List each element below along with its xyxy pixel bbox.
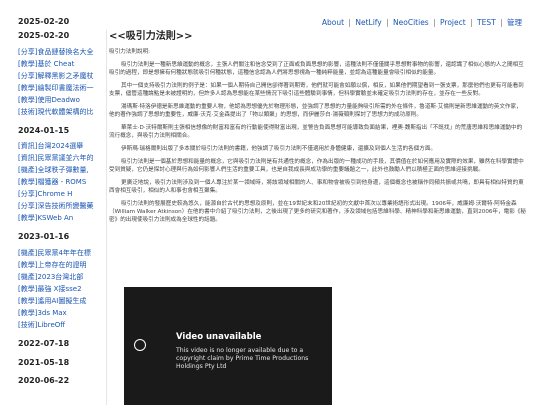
sidebar-link[interactable]: [教學]使用Deadwo: [18, 96, 80, 104]
sidebar-link[interactable]: [分享]食品鏈替換名大全: [18, 48, 93, 56]
nav-test-link[interactable]: TEST: [477, 18, 496, 27]
nav-project-link[interactable]: Project: [440, 18, 466, 27]
nav-separator: |: [470, 18, 473, 27]
sidebar-link[interactable]: [教學]遙用AI圖擬生成: [18, 297, 86, 305]
sidebar-date-heading: 2024-01-15: [18, 125, 70, 135]
sidebar-item[interactable]: [機產]2023台灣北部: [18, 272, 103, 283]
top-nav: About | NetLify | NeoCities | Project | …: [322, 17, 522, 28]
article-paragraph: 伊斯瑪·瑞格爾則出版了多本關於吸引力法則的書籍，他強調了吸引力法則不僅適用於身體…: [121, 146, 437, 152]
article-paragraph: 其中一個支持吸引力法則的例子是：如果一個人期待自己開信卻得著到期寄，他們就可能會…: [109, 83, 524, 97]
sidebar-link[interactable]: [分享]深告技術所變醫藥: [18, 202, 93, 210]
sidebar-item[interactable]: [分享]Chrome H: [18, 189, 103, 200]
sidebar-item[interactable]: [分享]深告技術所變醫藥: [18, 201, 103, 212]
sidebar-link[interactable]: [分享]解釋黑影之矛魔杖: [18, 72, 93, 80]
sidebar-item[interactable]: [教學]檔獲器 - ROMS: [18, 177, 103, 188]
sidebar-link[interactable]: [教學]基於 Cheat: [18, 60, 74, 68]
article-paragraph: 吸引力法則的發展歷史較為悠久，能源自於古代的思想及原則，並在19世紀末和20世紀…: [109, 201, 526, 223]
sidebar-item[interactable]: [教學]KSWeb An: [18, 213, 103, 224]
article-paragraph: 吸引力法則是一種新思維運動的概念，主張人們關注和信念受到了正面或負面思想的影響，…: [109, 62, 524, 76]
nav-netlify-link[interactable]: NetLify: [355, 18, 381, 27]
sidebar-item[interactable]: [教學]最強 X接sse2: [18, 284, 103, 295]
sidebar-link[interactable]: [機產]全球秩子彈數量,: [18, 166, 89, 174]
article-paragraph: 華萊士·D·沃特爾斯則主張相信想像的財富和富有的行動能使得財富出現，並警告負面思…: [109, 125, 523, 139]
sidebar-item[interactable]: [資訊]台灣2024選舉: [18, 141, 103, 152]
sidebar-item[interactable]: [技術]LibreOff: [18, 320, 103, 331]
sidebar-item[interactable]: [技術]現代軟體架構的比: [18, 107, 103, 118]
sidebar-date-heading: 2025-02-20: [18, 31, 70, 40]
sidebar-link[interactable]: [技術]現代軟體架構的比: [18, 108, 93, 116]
sidebar-date-heading: 2022-07-18: [18, 339, 70, 349]
sidebar-link[interactable]: [資訊]民眾黨議並六年的: [18, 154, 93, 162]
sidebar-date-heading: 2020-06-22: [18, 376, 70, 386]
nav-neocities-link[interactable]: NeoCities: [393, 18, 429, 27]
nav-admin-link[interactable]: 管理: [507, 18, 522, 27]
sidebar-date-heading: 2023-01-16: [18, 232, 70, 242]
sidebar-date-heading: 2021-05-18: [18, 357, 70, 367]
article-paragraph: 更廣泛地說，吸引力法則涉及到一個人專注於某一領域時，將該領域相關的人、事和物會被…: [109, 180, 524, 194]
sidebar-item[interactable]: [機產]全球秩子彈數量,: [18, 165, 103, 176]
nav-separator: |: [386, 18, 389, 27]
sidebar-link[interactable]: [教學]檔獲器 - ROMS: [18, 178, 86, 186]
sidebar-link[interactable]: [機產]2023台灣北部: [18, 273, 83, 281]
sidebar-link[interactable]: [教學]KSWeb An: [18, 214, 73, 222]
nav-about-link[interactable]: About: [322, 18, 344, 27]
alert-icon: [134, 339, 146, 351]
sidebar-item[interactable]: [分享]食品鏈替換名大全: [18, 47, 103, 58]
nav-separator: |: [500, 18, 503, 27]
sidebar-link[interactable]: [技術]LibreOff: [18, 321, 65, 329]
video-unavailable-message: This video is no longer available due to…: [176, 347, 309, 370]
sidebar-item[interactable]: [教學]使用Deadwo: [18, 95, 103, 106]
sidebar-link[interactable]: [教學]3ds Max: [18, 309, 67, 317]
sidebar-link[interactable]: [機產]民眾黨4年年在標: [18, 249, 91, 257]
site-date: 2025-02-20: [18, 17, 70, 26]
sidebar-item[interactable]: [教學]基於 Cheat: [18, 59, 103, 70]
sidebar-link[interactable]: [分享]Chrome H: [18, 190, 72, 198]
article-title: <<吸引力法則>>: [109, 31, 193, 42]
sidebar-item[interactable]: [分享]解釋黑影之矛魔杖: [18, 71, 103, 82]
article-paragraph: 吸引力法則是一個基於思想和能量的概念，它與吸引力法則是有共通性的概念，作為出版的…: [109, 159, 524, 173]
top-bar: 2025-02-20 About | NetLify | NeoCities |…: [0, 0, 540, 28]
sidebar-item[interactable]: [機產]民眾黨4年年在標: [18, 248, 103, 259]
nav-separator: |: [433, 18, 436, 27]
embedded-video[interactable]: Video unavailable This video is no longe…: [124, 287, 332, 405]
article-paragraph: 湯瑪斯·特洛伊德是新思維運動的重要人物，他認為思想優先於物理形態，並強調了思想的…: [109, 104, 522, 118]
nav-separator: |: [348, 18, 351, 27]
sidebar-link[interactable]: [教學]繪製印書魔法術一: [18, 84, 93, 92]
video-unavailable-title: Video unavailable: [176, 332, 262, 342]
sidebar-link[interactable]: [教學]最強 X接sse2: [18, 285, 82, 293]
sidebar-link[interactable]: [教學]上帝存在的證明: [18, 261, 86, 269]
article-paragraph: 吸引力法則說明:: [109, 49, 151, 55]
sidebar-item[interactable]: [資訊]民眾黨議並六年的: [18, 153, 103, 164]
sidebar-link[interactable]: [資訊]台灣2024選舉: [18, 142, 83, 150]
sidebar: 2025-02-20 [分享]食品鏈替換名大全 [教學]基於 Cheat [分享…: [18, 30, 103, 405]
sidebar-item[interactable]: [教學]遙用AI圖擬生成: [18, 296, 103, 307]
sidebar-item[interactable]: [教學]上帝存在的證明: [18, 260, 103, 271]
sidebar-item[interactable]: [教學]3ds Max: [18, 308, 103, 319]
sidebar-item[interactable]: [教學]繪製印書魔法術一: [18, 83, 103, 94]
